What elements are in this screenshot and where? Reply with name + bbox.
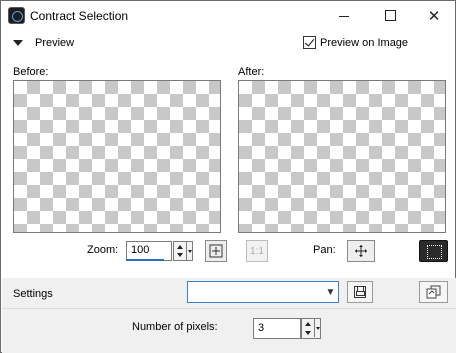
save-preset-button[interactable] <box>347 281 373 303</box>
pan-button[interactable] <box>347 240 375 262</box>
zoom-underline <box>126 259 164 261</box>
preview-on-image-label[interactable]: Preview on Image <box>320 37 408 49</box>
zoom-label: Zoom: <box>87 244 119 256</box>
spin-down-icon[interactable] <box>177 253 183 257</box>
after-preview-pane[interactable] <box>238 80 446 233</box>
minimize-button[interactable] <box>324 1 364 30</box>
close-button[interactable]: ✕ <box>414 1 454 30</box>
zoom-fit-button[interactable] <box>205 240 227 262</box>
app-icon <box>8 7 25 24</box>
pan-label: Pan: <box>313 244 336 256</box>
after-label: After: <box>238 66 265 78</box>
spin-up-icon[interactable] <box>177 245 183 249</box>
number-of-pixels-input[interactable]: 3 <box>253 318 301 339</box>
spin-up-icon[interactable] <box>305 322 311 326</box>
preview-on-image-checkbox[interactable] <box>303 36 316 49</box>
collapse-triangle-icon[interactable] <box>13 40 23 46</box>
number-of-pixels-label: Number of pixels: <box>132 321 218 333</box>
settings-label: Settings <box>13 288 53 300</box>
zoom-input[interactable]: 100 <box>126 241 172 261</box>
zoom-spinner[interactable] <box>173 241 193 261</box>
preset-manager-button[interactable] <box>419 281 448 303</box>
preview-section-label[interactable]: Preview <box>35 37 74 49</box>
pixels-spinner[interactable] <box>301 318 321 339</box>
close-icon: ✕ <box>427 7 441 25</box>
zoom-fit-icon <box>209 244 223 258</box>
dropdown-arrow-icon[interactable] <box>314 319 320 337</box>
selection-marquee-button[interactable] <box>419 240 448 262</box>
window-title: Contract Selection <box>30 9 129 23</box>
contract-selection-dialog: Contract Selection ✕ Preview Preview on … <box>0 0 456 353</box>
minimize-icon <box>339 15 349 17</box>
maximize-icon <box>384 10 396 21</box>
dropdown-arrow-icon[interactable] <box>186 242 192 260</box>
move-arrows-icon <box>355 245 367 257</box>
before-label: Before: <box>13 66 49 78</box>
spin-down-icon[interactable] <box>305 331 311 335</box>
chevron-down-icon[interactable]: ▼ <box>323 282 338 302</box>
actual-size-label: 1:1 <box>250 245 264 257</box>
actual-size-button[interactable]: 1:1 <box>246 240 268 262</box>
floppy-disk-icon <box>354 286 366 298</box>
preset-manager-icon <box>426 285 440 299</box>
before-preview-pane[interactable] <box>13 80 221 233</box>
parameters-band <box>2 309 456 353</box>
maximize-button[interactable] <box>370 1 410 30</box>
preset-combo[interactable]: ▼ <box>187 281 339 303</box>
title-bar[interactable]: Contract Selection ✕ <box>1 1 455 30</box>
